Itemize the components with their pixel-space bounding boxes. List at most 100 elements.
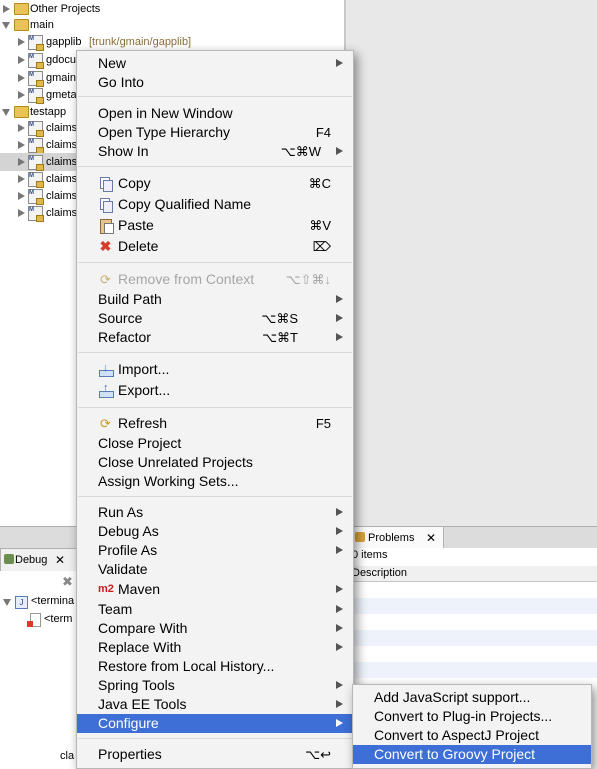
close-icon[interactable]: ✕ xyxy=(426,527,436,549)
menu-item-label: Remove from Context xyxy=(118,271,255,287)
expand-arrow-icon[interactable] xyxy=(18,91,25,99)
menu-item-label: Replace With xyxy=(98,639,182,655)
maven-project-icon: M xyxy=(28,138,44,154)
table-row xyxy=(350,662,597,678)
import-icon: ↓ xyxy=(98,362,114,377)
menu-item-close-project[interactable]: Close Project xyxy=(77,434,353,453)
menu-item-configure[interactable]: Configure xyxy=(77,714,353,733)
submenu-arrow-icon xyxy=(336,333,343,341)
submenu-item-label: Convert to Groovy Project xyxy=(374,746,536,762)
menu-item-delete[interactable]: ✖ Delete ⌦ xyxy=(77,237,353,256)
remove-terminated-icon[interactable]: ✖ xyxy=(62,574,76,589)
tab-problems[interactable]: Problems ✕ xyxy=(350,526,444,549)
menu-item-paste[interactable]: Paste ⌘V xyxy=(77,216,353,235)
tree-item-label: claims xyxy=(46,139,78,151)
menu-item-go-into[interactable]: Go Into xyxy=(77,73,353,92)
folder-icon xyxy=(14,19,29,31)
submenu-item-convert-to-plugin-projects[interactable]: Convert to Plug-in Projects... xyxy=(353,707,591,726)
menu-item-replace-with[interactable]: Replace With xyxy=(77,638,353,657)
menu-item-spring-tools[interactable]: Spring Tools xyxy=(77,676,353,695)
expand-arrow-icon[interactable] xyxy=(18,141,25,149)
menu-item-java-ee-tools[interactable]: Java EE Tools xyxy=(77,695,353,714)
collapse-arrow-icon[interactable] xyxy=(3,599,11,606)
menu-item-maven[interactable]: m2 Maven xyxy=(77,580,353,599)
column-header-description[interactable]: Description xyxy=(352,567,407,579)
menu-item-compare-with[interactable]: Compare With xyxy=(77,619,353,638)
submenu-item-add-javascript-support[interactable]: Add JavaScript support... xyxy=(353,688,591,707)
maven-project-icon: M xyxy=(28,88,44,104)
submenu-item-convert-to-groovy-project[interactable]: Convert to Groovy Project xyxy=(353,745,591,764)
menu-item-validate[interactable]: Validate xyxy=(77,560,353,579)
debug-launch-label[interactable]: <termina xyxy=(31,595,74,607)
menu-item-debug-as[interactable]: Debug As xyxy=(77,522,353,541)
copy-icon xyxy=(98,176,113,192)
menu-item-show-in[interactable]: Show In ⌥⌘W xyxy=(77,142,353,161)
configure-submenu: Add JavaScript support... Convert to Plu… xyxy=(352,684,592,769)
menu-separator xyxy=(78,262,352,263)
debug-bottom-label: cla xyxy=(60,750,75,762)
menu-item-label: Copy xyxy=(118,175,151,191)
submenu-arrow-icon xyxy=(336,643,343,651)
collapse-arrow-icon[interactable] xyxy=(2,109,10,116)
table-row xyxy=(350,598,597,614)
maven-project-icon: M xyxy=(28,172,44,188)
menu-item-run-as[interactable]: Run As xyxy=(77,503,353,522)
menu-item-label: Properties xyxy=(98,746,162,762)
expand-arrow-icon[interactable] xyxy=(18,74,25,82)
tree-item-gapplib[interactable]: M gapplib [trunk/gmain/gapplib] xyxy=(0,33,344,51)
tree-item-label: claims xyxy=(46,122,78,134)
menu-item-label: Source xyxy=(98,310,143,326)
menu-item-profile-as[interactable]: Profile As xyxy=(77,541,353,560)
menu-item-team[interactable]: Team xyxy=(77,600,353,619)
menu-item-remove-from-context[interactable]: ⟳ Remove from Context ⌥⇧⌘↓ xyxy=(77,270,353,289)
menu-shortcut: ⌘C xyxy=(308,176,331,191)
menu-separator xyxy=(78,496,352,497)
tree-item-label: claims xyxy=(46,207,78,219)
menu-item-build-path[interactable]: Build Path xyxy=(77,290,353,309)
menu-item-label: Open in New Window xyxy=(98,105,233,121)
menu-item-copy[interactable]: Copy ⌘C xyxy=(77,174,353,193)
expand-arrow-icon[interactable] xyxy=(18,209,25,217)
collapse-arrow-icon[interactable] xyxy=(2,22,10,29)
menu-item-assign-working-sets[interactable]: Assign Working Sets... xyxy=(77,472,353,491)
menu-item-import[interactable]: ↓ Import... xyxy=(77,360,353,379)
expand-arrow-icon[interactable] xyxy=(18,192,25,200)
expand-arrow-icon[interactable] xyxy=(18,158,25,166)
expand-arrow-icon[interactable] xyxy=(18,56,25,64)
expand-arrow-icon[interactable] xyxy=(3,5,10,13)
remove-context-icon: ⟳ xyxy=(100,272,111,287)
menu-item-restore-from-local-history[interactable]: Restore from Local History... xyxy=(77,657,353,676)
menu-item-label: Delete xyxy=(118,238,159,254)
submenu-arrow-icon xyxy=(336,508,343,516)
menu-item-copy-qualified-name[interactable]: Copy Qualified Name xyxy=(77,195,353,214)
menu-item-new[interactable]: New xyxy=(77,54,353,73)
maven-project-icon: M xyxy=(28,155,44,171)
menu-separator xyxy=(78,407,352,408)
debug-process-label[interactable]: <term xyxy=(44,613,72,625)
menu-item-refactor[interactable]: Refactor ⌥⌘T xyxy=(77,328,353,347)
menu-item-properties[interactable]: Properties ⌥↩ xyxy=(77,745,353,764)
menu-item-source[interactable]: Source ⌥⌘S xyxy=(77,309,353,328)
tab-debug[interactable]: Debug ✕ xyxy=(0,548,82,572)
menu-item-refresh[interactable]: ⟳ Refresh F5 xyxy=(77,414,353,433)
tree-item-main[interactable]: main xyxy=(0,16,344,34)
menu-item-close-unrelated-projects[interactable]: Close Unrelated Projects xyxy=(77,453,353,472)
tree-item-label: gmain xyxy=(46,72,76,84)
expand-arrow-icon[interactable] xyxy=(18,124,25,132)
menu-item-open-type-hierarchy[interactable]: Open Type Hierarchy F4 xyxy=(77,123,353,142)
submenu-item-convert-to-aspectj-project[interactable]: Convert to AspectJ Project xyxy=(353,726,591,745)
expand-arrow-icon[interactable] xyxy=(18,175,25,183)
submenu-arrow-icon xyxy=(336,605,343,613)
menu-item-export[interactable]: ↑ Export... xyxy=(77,381,353,400)
menu-separator xyxy=(78,738,352,739)
menu-item-label: Spring Tools xyxy=(98,677,175,693)
expand-arrow-icon[interactable] xyxy=(18,38,25,46)
submenu-arrow-icon xyxy=(336,700,343,708)
menu-shortcut: ⌥⌘T xyxy=(262,330,298,345)
context-menu: New Go Into Open in New Window Open Type… xyxy=(76,50,354,769)
menu-separator xyxy=(78,352,352,353)
menu-item-open-in-new-window[interactable]: Open in New Window xyxy=(77,104,353,123)
close-icon[interactable]: ✕ xyxy=(55,549,65,571)
problems-header[interactable]: Description xyxy=(350,566,597,582)
menu-item-label: Assign Working Sets... xyxy=(98,473,239,489)
